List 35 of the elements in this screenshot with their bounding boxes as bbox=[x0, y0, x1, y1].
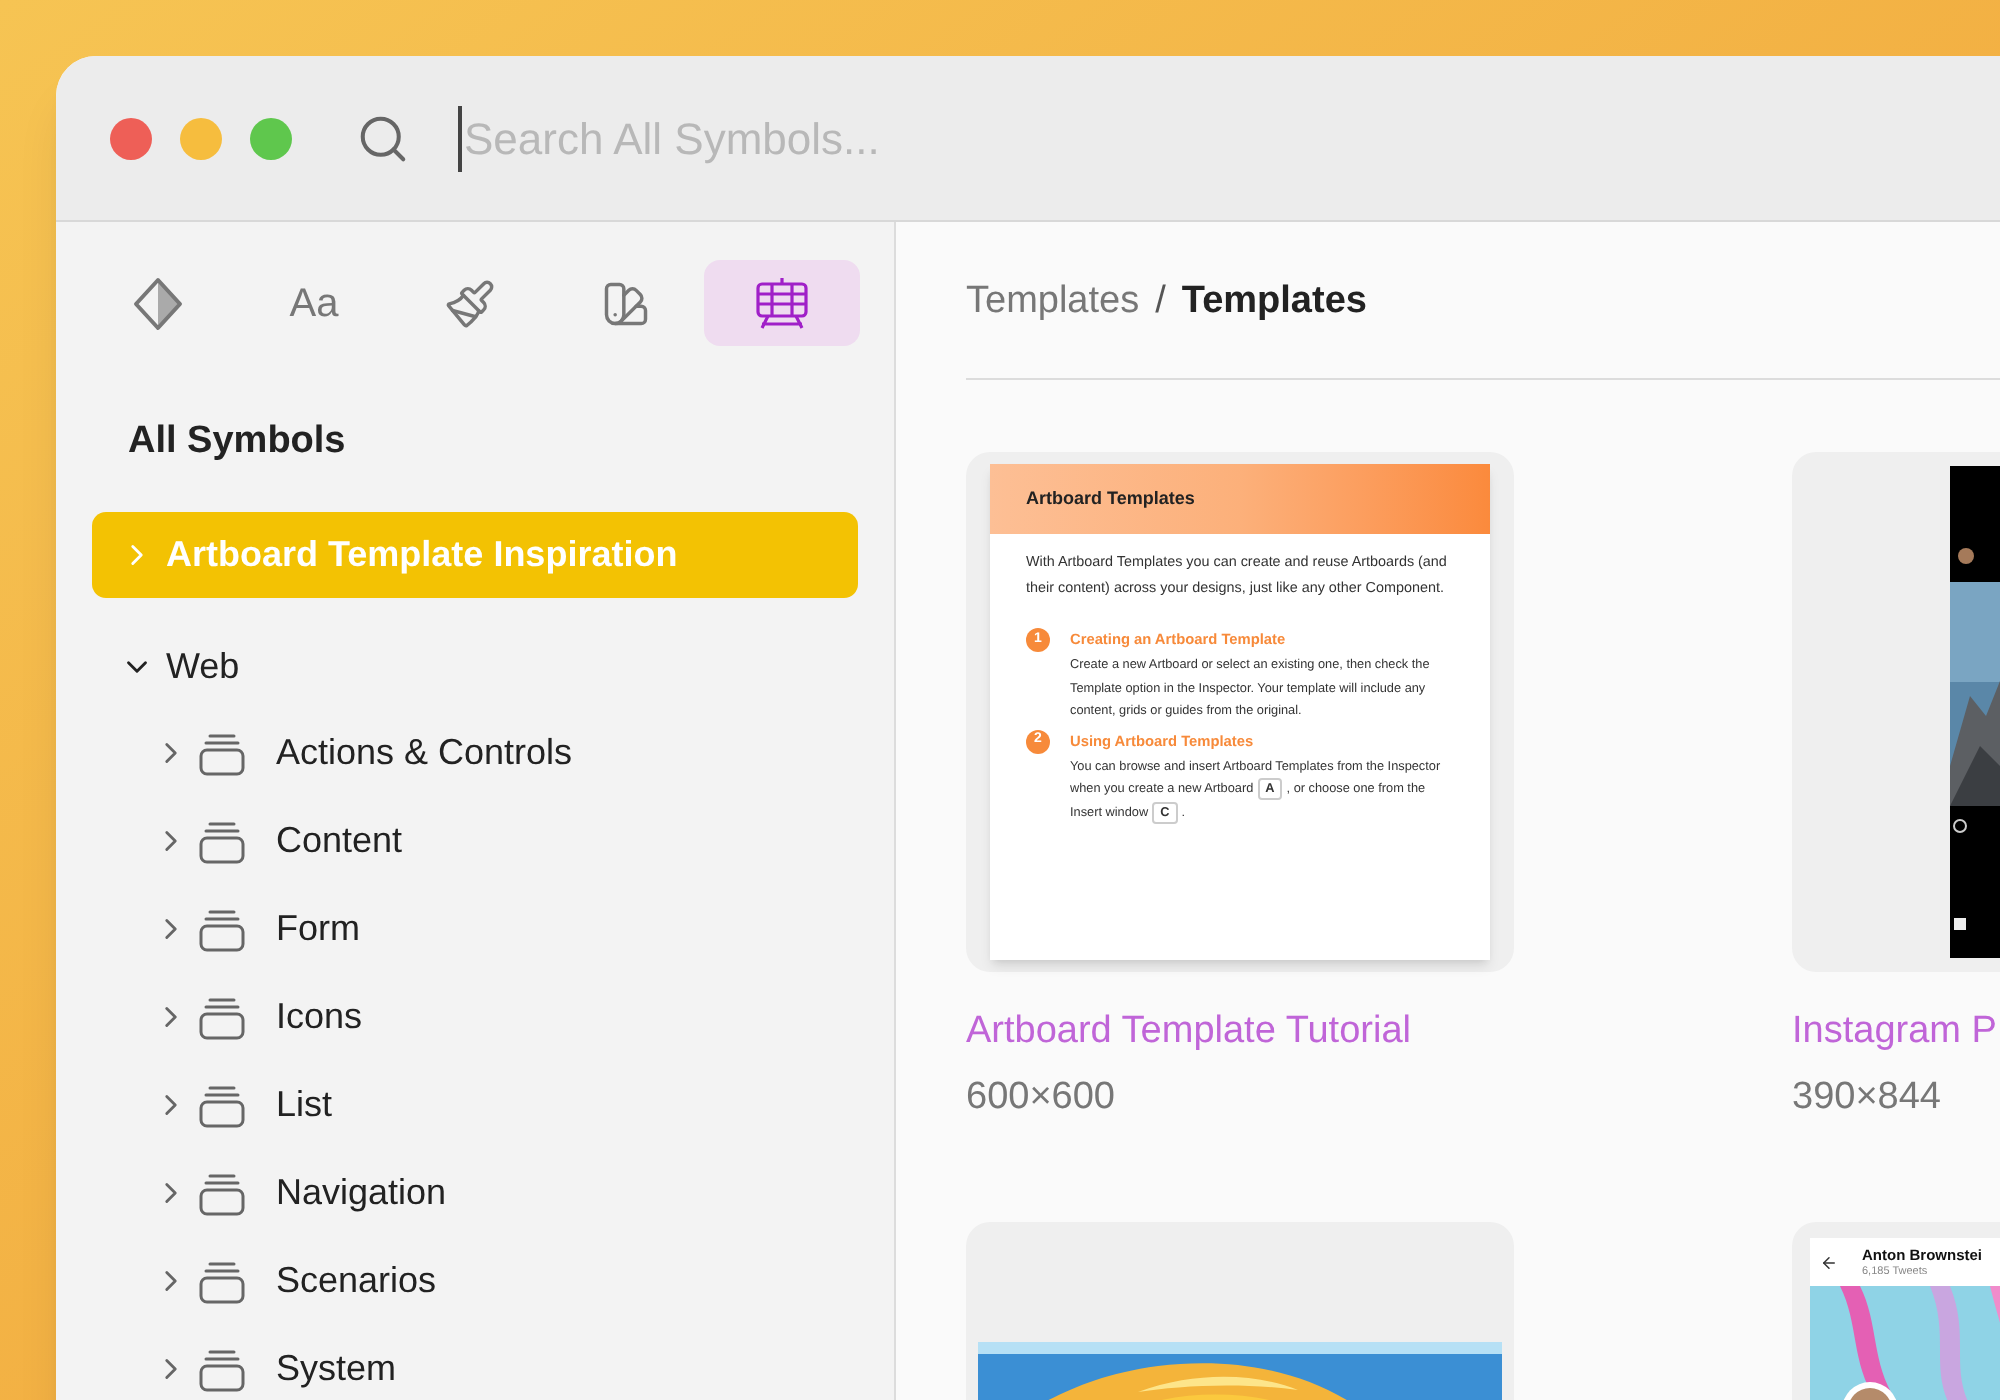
document-heading: Artboard Templates bbox=[1026, 485, 1195, 512]
breadcrumb-link[interactable]: Templates bbox=[966, 273, 1140, 331]
layers-icon bbox=[198, 995, 246, 1039]
sidebar-tab[interactable]: Aa bbox=[236, 260, 392, 346]
layers-icon bbox=[198, 1083, 246, 1127]
swatch-icon bbox=[600, 277, 652, 329]
layers-icon bbox=[198, 819, 246, 863]
sidebar-item[interactable]: Web bbox=[92, 623, 858, 709]
back-icon bbox=[1820, 1253, 1838, 1271]
tree-item[interactable]: Scenarios bbox=[92, 1237, 858, 1325]
brush-icon bbox=[444, 277, 496, 329]
close-button[interactable] bbox=[110, 117, 152, 159]
template-thumbnail[interactable] bbox=[966, 1222, 1514, 1400]
layers-icon bbox=[198, 1259, 246, 1303]
template-size: 600×600 bbox=[966, 1073, 1117, 1121]
easel-icon bbox=[752, 275, 812, 331]
diamond-icon bbox=[132, 275, 184, 331]
search-icon bbox=[356, 111, 410, 165]
text-styles-label: Aa bbox=[289, 279, 339, 329]
sidebar-heading: All Symbols bbox=[126, 418, 348, 466]
layers-icon bbox=[198, 907, 246, 951]
tree-item[interactable]: Icons bbox=[92, 973, 858, 1061]
layers-icon bbox=[198, 731, 246, 775]
tree-item[interactable]: Navigation bbox=[92, 1149, 858, 1237]
layers-icon bbox=[198, 1347, 246, 1391]
layers-icon bbox=[198, 1171, 246, 1215]
tree-item[interactable]: List bbox=[92, 1061, 858, 1149]
breadcrumb-current: Templates bbox=[1181, 277, 1367, 326]
tree-item[interactable]: Content bbox=[92, 797, 858, 885]
template-size: 390×844 bbox=[1792, 1073, 1943, 1121]
tree-item[interactable]: Actions & Controls bbox=[92, 709, 858, 797]
breadcrumb-separator: / bbox=[1155, 277, 1166, 326]
sidebar-tab[interactable] bbox=[704, 260, 860, 346]
tree-item[interactable]: Form bbox=[92, 885, 858, 973]
tree-item[interactable]: System bbox=[92, 1325, 858, 1400]
